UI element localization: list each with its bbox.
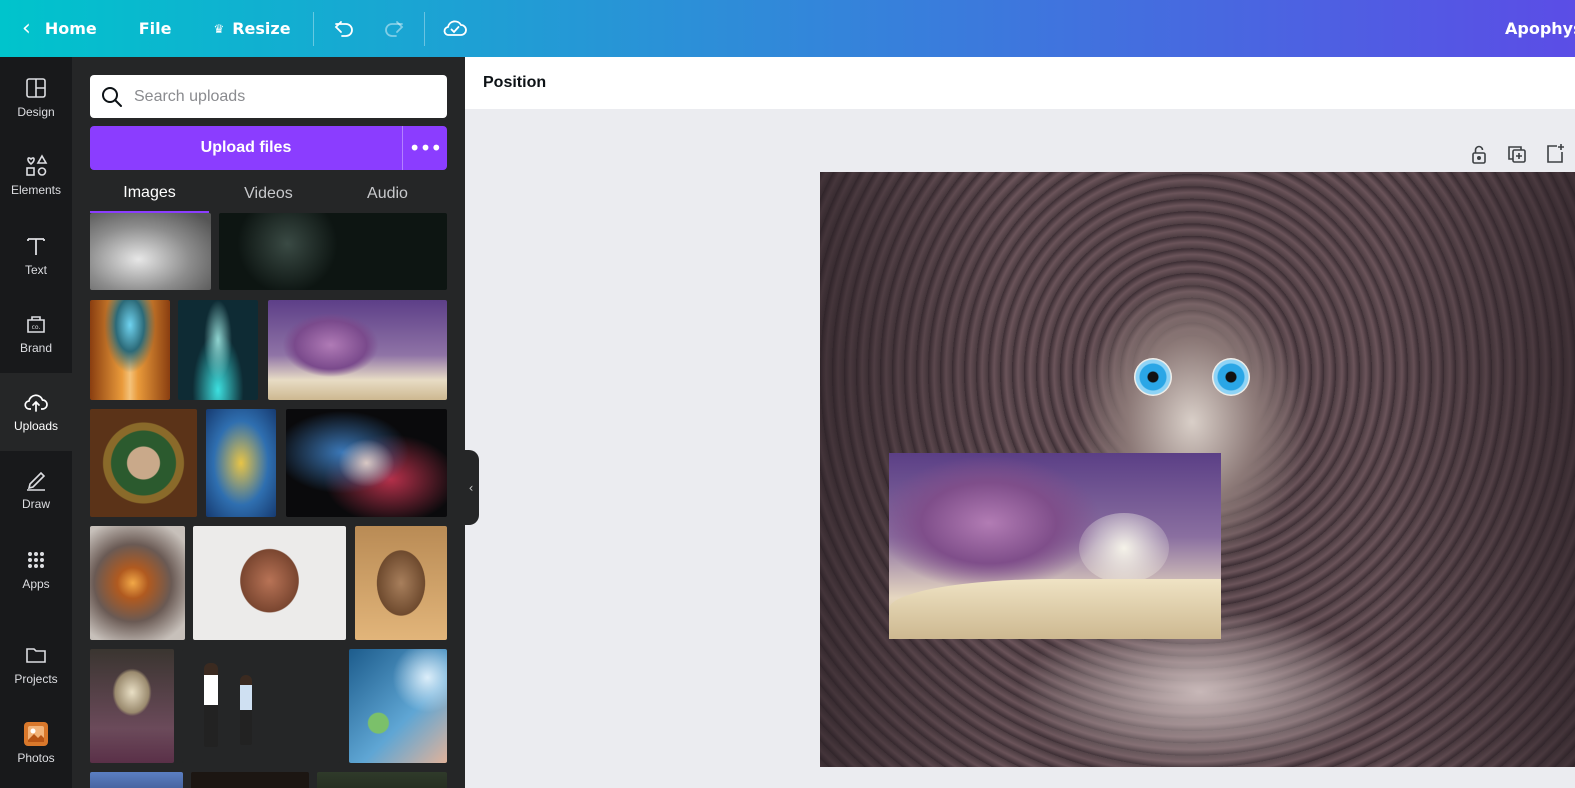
rail-label: Apps (22, 577, 50, 591)
upload-thumbnail[interactable] (193, 526, 346, 640)
cloud-upload-icon (24, 394, 48, 412)
top-toolbar: ‹ Home File ♛ Resize Apophys (0, 0, 1575, 57)
tab-videos[interactable]: Videos (209, 175, 328, 213)
rail-item-projects[interactable]: Projects (0, 642, 72, 706)
save-status-button[interactable] (435, 9, 475, 49)
upload-group: Upload files ••• (90, 126, 447, 170)
light-glow (1079, 513, 1169, 583)
text-icon (27, 238, 45, 255)
left-eye-graphic (1134, 358, 1172, 396)
file-label: File (138, 19, 172, 38)
upload-thumbnail[interactable] (219, 213, 447, 290)
tab-audio[interactable]: Audio (328, 175, 447, 213)
resize-button[interactable]: ♛ Resize (201, 0, 302, 57)
duplicate-page-icon[interactable] (1505, 142, 1529, 166)
pen-icon (27, 471, 46, 491)
rail-item-photos[interactable]: Photos (0, 721, 72, 785)
upload-thumbnail[interactable] (349, 649, 447, 763)
upload-thumbnail[interactable] (90, 213, 211, 290)
upload-thumbnail[interactable] (90, 300, 170, 400)
rail-item-design[interactable]: Design (0, 75, 72, 139)
toolbar-divider (312, 11, 314, 46)
upload-thumbnail[interactable] (90, 772, 183, 788)
upload-files-button[interactable]: Upload files (90, 126, 403, 170)
upload-thumbnail[interactable] (355, 526, 447, 640)
chevron-left-icon: ‹ (468, 480, 474, 495)
upload-thumbnail[interactable] (206, 409, 276, 517)
rail-label: Design (17, 105, 55, 119)
uploads-panel: Upload files ••• Images Videos Audio (72, 57, 465, 788)
folder-icon (26, 648, 46, 663)
upload-thumbnail[interactable] (317, 772, 447, 788)
rail-item-apps[interactable]: Apps (0, 547, 72, 611)
search-icon (102, 86, 122, 107)
rail-item-draw[interactable]: Draw (0, 467, 72, 531)
upload-thumbnail[interactable] (90, 526, 185, 640)
toolbar-divider (423, 11, 425, 46)
rail-item-elements[interactable]: Elements (0, 153, 72, 217)
upload-thumbnail[interactable] (90, 409, 197, 517)
home-button[interactable]: ‹ Home (0, 0, 109, 57)
search-box[interactable] (90, 75, 447, 118)
svg-text:co.: co. (32, 324, 41, 331)
brand-icon: co. (27, 316, 45, 333)
person-figure (204, 663, 218, 747)
upload-thumbnail[interactable] (268, 300, 447, 400)
rail-item-text[interactable]: Text (0, 233, 72, 297)
collapse-panel-button[interactable]: ‹ (463, 450, 479, 525)
upload-thumbnail[interactable] (90, 649, 174, 763)
position-button[interactable]: Position (483, 74, 546, 92)
undo-button[interactable] (324, 9, 364, 49)
redo-icon (384, 20, 403, 37)
undo-icon (334, 20, 353, 37)
rail-label: Draw (21, 497, 50, 511)
layout-icon (26, 78, 46, 98)
lock-icon[interactable] (1467, 142, 1491, 166)
rail-label: Brand (19, 341, 53, 355)
rail-label: Uploads (13, 419, 59, 433)
tab-images[interactable]: Images (90, 175, 209, 213)
upload-thumbnail[interactable] (178, 300, 258, 400)
crown-icon: ♛ (213, 21, 225, 36)
rail-item-uploads[interactable]: Uploads (0, 373, 72, 451)
upload-thumbnail[interactable] (182, 649, 340, 763)
cloud-check-icon (443, 20, 467, 36)
rail-label: Elements (10, 183, 62, 197)
resize-label: Resize (232, 19, 291, 38)
page-tools (1467, 142, 1567, 166)
right-eye-graphic (1212, 358, 1250, 396)
file-menu-button[interactable]: File (127, 0, 184, 57)
side-nav: Design Elements Text co. Brand Uploads D… (0, 57, 72, 788)
person-figure (240, 675, 252, 745)
rail-label: Photos (17, 751, 55, 765)
rail-label: Text (24, 263, 47, 277)
redo-button[interactable] (374, 9, 414, 49)
home-label: Home (44, 19, 97, 38)
grid-icon (28, 552, 44, 568)
upload-thumbnail[interactable] (286, 409, 447, 517)
sand-dunes (889, 579, 1221, 639)
rail-item-brand[interactable]: co. Brand (0, 311, 72, 375)
shapes-icon (26, 154, 48, 176)
design-canvas[interactable] (820, 172, 1575, 767)
more-options-button[interactable]: ••• (403, 126, 447, 170)
add-page-icon[interactable] (1543, 142, 1567, 166)
photos-icon (24, 722, 48, 746)
rail-label: Projects (14, 672, 58, 686)
chevron-left-icon: ‹ (22, 16, 31, 41)
upload-thumbnail[interactable] (191, 772, 309, 788)
context-toolbar: Position (465, 57, 1575, 109)
uploads-grid (72, 213, 465, 788)
search-input[interactable] (134, 87, 414, 106)
media-tabs: Images Videos Audio (90, 175, 447, 213)
dinosaur-image-element[interactable] (889, 453, 1221, 639)
design-title[interactable]: Apophys (1505, 0, 1575, 57)
